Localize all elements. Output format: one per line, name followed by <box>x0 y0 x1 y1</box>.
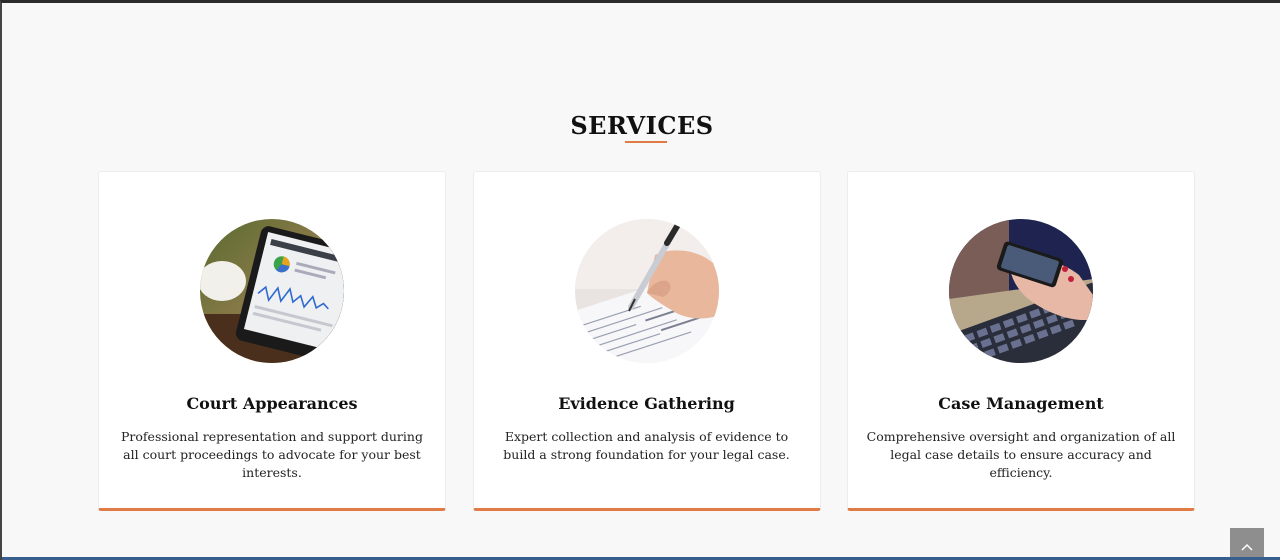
service-card-evidence-gathering: Evidence Gathering Expert collection and… <box>472 171 821 511</box>
card-title: Court Appearances <box>186 394 358 413</box>
card-title: Evidence Gathering <box>558 394 735 413</box>
card-description: Expert collection and analysis of eviden… <box>503 429 790 462</box>
card-title: Case Management <box>938 394 1104 413</box>
previous-section-heading-clipped <box>2 0 1280 28</box>
card-description: Comprehensive oversight and organization… <box>866 429 1176 480</box>
tablet-analytics-photo <box>200 219 344 363</box>
chevron-up-icon <box>1241 536 1253 555</box>
service-card-case-management: Case Management Comprehensive oversight … <box>847 171 1195 511</box>
hand-signing-document-photo <box>574 219 719 363</box>
page-frame: SERVICES Court Appearances Professional … <box>0 0 1280 560</box>
clipped-text-fragment <box>2 0 1280 15</box>
section-title: SERVICES <box>570 110 714 140</box>
phone-and-laptop-photo <box>949 219 1093 363</box>
scroll-to-top-button[interactable] <box>1230 528 1264 560</box>
service-card-court-appearances: Court Appearances Professional represent… <box>98 171 446 511</box>
title-underline <box>625 141 667 143</box>
services-cards: Court Appearances Professional represent… <box>98 171 1195 511</box>
card-description: Professional representation and support … <box>121 429 423 480</box>
